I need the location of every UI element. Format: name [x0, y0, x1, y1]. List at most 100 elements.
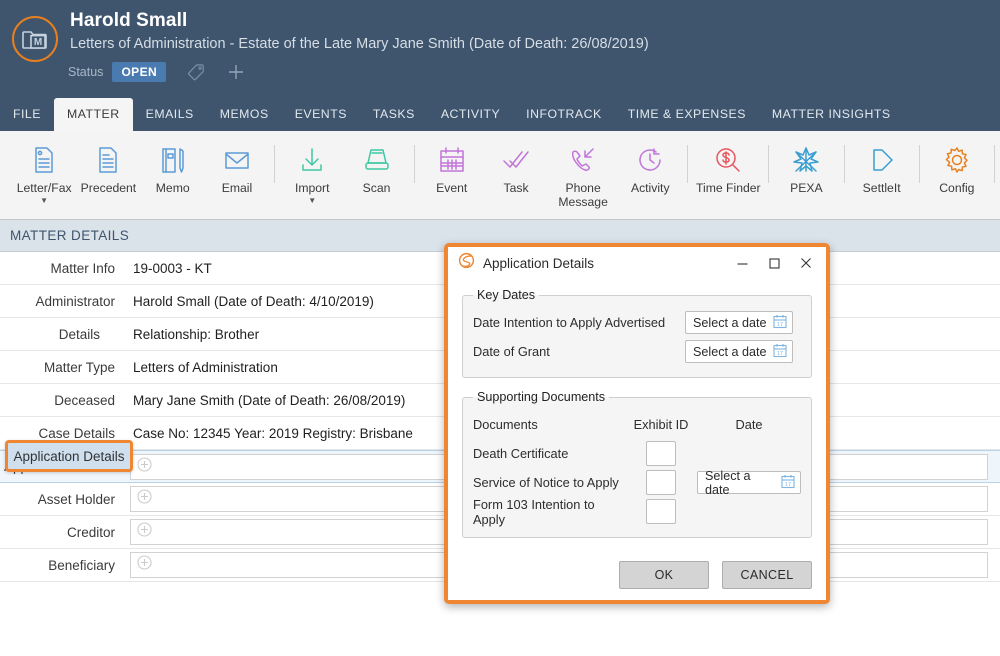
svg-text:17: 17 — [785, 482, 791, 488]
double-check-icon — [502, 140, 530, 180]
service-of-notice-date-picker[interactable]: Select a date 17 — [697, 468, 801, 497]
exhibit-id-input-form-103[interactable] — [646, 499, 676, 525]
supporting-documents-legend: Supporting Documents — [477, 390, 606, 405]
row-value-case-details: Case No: 12345 Year: 2019 Registry: Bris… — [133, 425, 413, 441]
maximize-icon[interactable] — [758, 248, 790, 278]
field-date-intention-advertised: Date Intention to Apply Advertised Selec… — [473, 308, 801, 337]
circle-plus-icon[interactable] — [137, 522, 152, 542]
ribbon-button-import[interactable]: Import ▼ — [280, 131, 344, 205]
column-header-documents: Documents — [473, 417, 538, 433]
ribbon-button-precedent[interactable]: Precedent — [76, 131, 140, 195]
ribbon-button-phone-message[interactable]: Phone Message — [548, 131, 618, 209]
exhibit-id-input-death-certificate[interactable] — [646, 441, 676, 467]
ribbon-button-letter-fax[interactable]: Letter/Fax ▼ — [12, 131, 76, 205]
tab-activity[interactable]: ACTIVITY — [428, 98, 513, 131]
chevron-down-icon[interactable]: ▼ — [308, 196, 316, 205]
ribbon-button-scan[interactable]: Scan — [344, 131, 408, 195]
circle-plus-icon[interactable] — [137, 456, 152, 477]
status-badge: OPEN — [112, 62, 167, 82]
ribbon-separator — [687, 145, 689, 183]
matter-details-title: MATTER DETAILS — [10, 228, 130, 243]
date-cell-form-103 — [697, 497, 801, 526]
row-label-deceased: Deceased — [54, 392, 115, 408]
tab-infotrack[interactable]: INFOTRACK — [513, 98, 615, 131]
svg-text:17: 17 — [776, 322, 782, 328]
chevron-down-icon[interactable]: ▼ — [40, 196, 48, 205]
tab-emails[interactable]: EMAILS — [133, 98, 207, 131]
tab-events[interactable]: EVENTS — [282, 98, 360, 131]
ribbon-label-config: Config — [939, 181, 975, 195]
ribbon-button-task[interactable]: Task — [484, 131, 548, 195]
date-of-grant-label: Date of Grant — [473, 344, 550, 360]
dialog-title: Application Details — [483, 255, 595, 271]
date-intention-advertised-picker[interactable]: Select a date 17 — [685, 311, 793, 335]
plus-icon[interactable] — [226, 62, 246, 82]
document-label-death-certificate: Death Certificate — [473, 446, 569, 462]
exhibit-id-input-service-of-notice[interactable] — [646, 470, 676, 496]
service-of-notice-date-value: Select a date — [705, 468, 751, 497]
ribbon-label-memo: Memo — [155, 181, 190, 195]
ribbon-button-config[interactable]: Config — [925, 131, 989, 195]
tag-icon[interactable] — [187, 63, 205, 81]
ribbon-separator — [274, 145, 276, 183]
tab-matter[interactable]: MATTER — [53, 98, 133, 131]
matter-folder-m-icon: M — [12, 16, 58, 62]
row-value-matter-type: Letters of Administration — [133, 359, 278, 375]
row-value-matter-info: 19-0003 - KT — [133, 260, 212, 276]
row-label-creditor: Creditor — [66, 524, 115, 540]
envelope-icon — [223, 140, 251, 180]
circle-plus-icon[interactable] — [137, 489, 152, 509]
selected-field-application-details[interactable]: Application Details — [5, 440, 133, 472]
document-page-icon — [30, 140, 58, 180]
ribbon-label-import: Import — [294, 181, 330, 195]
ok-button[interactable]: OK — [619, 561, 709, 590]
ribbon-button-event[interactable]: Event — [420, 131, 484, 195]
ribbon-button-time-finder[interactable]: Time Finder — [693, 131, 763, 195]
ribbon-label-event: Event — [436, 181, 468, 195]
ribbon-label-phone-message: Phone Message — [558, 181, 608, 209]
column-header-date: Date — [735, 417, 763, 433]
ribbon-label-letter-fax: Letter/Fax — [16, 181, 72, 195]
circle-plus-icon[interactable] — [137, 555, 152, 575]
dialog-title-bar[interactable]: Application Details — [448, 247, 826, 280]
ribbon-separator — [918, 145, 920, 183]
row-value-details: Relationship: Brother — [133, 326, 260, 342]
tab-tasks[interactable]: TASKS — [360, 98, 428, 131]
date-of-grant-picker[interactable]: Select a date 17 — [685, 340, 793, 364]
cancel-button[interactable]: CANCEL — [722, 561, 812, 590]
key-dates-legend: Key Dates — [477, 288, 536, 303]
ribbon-label-settleit: SettleIt — [862, 181, 901, 195]
ribbon-label-precedent: Precedent — [80, 181, 137, 195]
document-lines-icon — [94, 140, 122, 180]
dialog-body: Key Dates Date Intention to Apply Advert… — [448, 279, 826, 550]
row-label-matter-info: Matter Info — [50, 260, 115, 276]
row-label-beneficiary: Beneficiary — [48, 557, 115, 573]
tab-matter-insights[interactable]: MATTER INSIGHTS — [759, 98, 904, 131]
phone-incoming-icon — [569, 140, 597, 180]
gear-icon — [943, 140, 971, 180]
application-details-dialog-highlight: Application Details Key Dates Date Inten… — [444, 243, 830, 604]
ribbon-button-memo[interactable]: Memo — [141, 131, 205, 195]
date-intention-advertised-label: Date Intention to Apply Advertised — [473, 315, 666, 331]
minimize-icon[interactable] — [726, 248, 758, 278]
calendar-picker-icon: 17 — [772, 314, 787, 332]
ribbon-label-time-finder: Time Finder — [696, 181, 761, 195]
ribbon-button-settleit[interactable]: SettleIt — [849, 131, 913, 195]
ribbon-separator — [413, 145, 415, 183]
main-tab-bar: FILE MATTER EMAILS MEMOS EVENTS TASKS ACTIVITY… — [0, 98, 1000, 131]
ribbon-button-activity[interactable]: Activity — [618, 131, 682, 195]
column-header-exhibit-id: Exhibit ID — [633, 417, 689, 433]
matter-description: Letters of Administration - Estate of th… — [70, 36, 649, 52]
row-value-administrator: Harold Small (Date of Death: 4/10/2019) — [133, 293, 374, 309]
tab-file[interactable]: FILE — [0, 98, 54, 131]
ribbon-button-pexa[interactable]: PEXA — [774, 131, 838, 195]
ribbon-button-email[interactable]: Email — [205, 131, 269, 195]
ribbon-separator — [768, 145, 770, 183]
tab-time-expenses[interactable]: TIME & EXPENSES — [615, 98, 759, 131]
supporting-documents-group: Supporting Documents Documents Exhibit I… — [462, 390, 812, 539]
dollar-magnifier-icon — [714, 140, 742, 180]
clock-history-icon — [636, 140, 664, 180]
tab-memos[interactable]: MEMOS — [207, 98, 282, 131]
dialog-footer: OK CANCEL — [448, 550, 826, 600]
close-icon[interactable] — [790, 248, 822, 278]
